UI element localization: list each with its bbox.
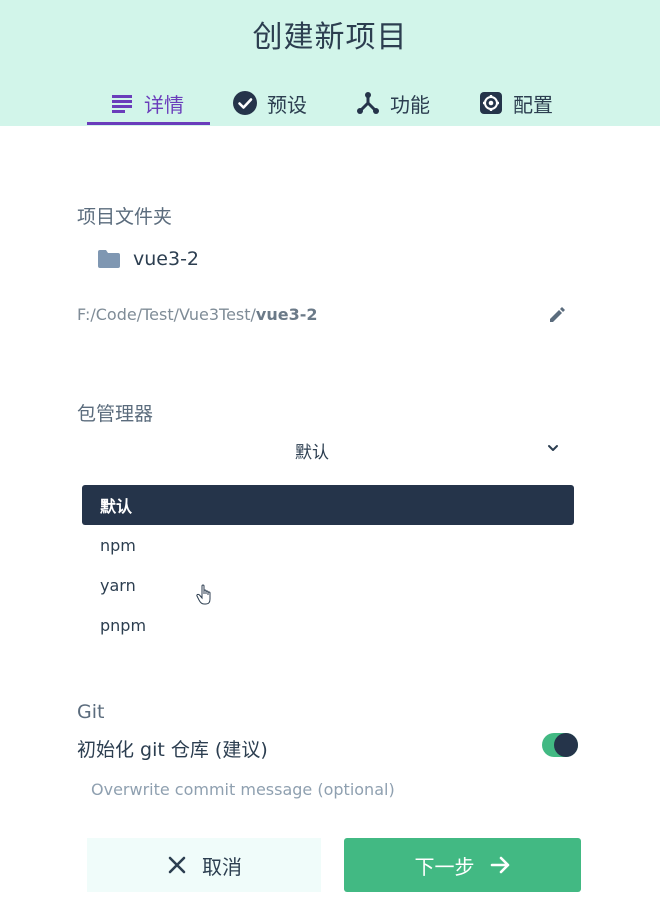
chevron-down-icon (545, 440, 561, 456)
header: 创建新项目 详情 预设 功能 配置 (0, 0, 660, 126)
tab-label: 配置 (513, 92, 553, 117)
project-path: F:/Code/Test/Vue3Test/vue3-2 (77, 305, 318, 324)
edit-path-icon[interactable] (548, 306, 566, 324)
select-value: 默认 (295, 443, 329, 463)
cancel-label: 取消 (202, 854, 242, 879)
path-folder: vue3-2 (255, 305, 318, 324)
tab-bar: 详情 预设 功能 配置 (0, 80, 660, 126)
git-init-label: 初始化 git 仓库 (建议) (77, 739, 268, 761)
dropdown-option[interactable]: npm (82, 525, 574, 565)
tab-label: 预设 (267, 92, 307, 117)
folder-icon (97, 249, 121, 269)
package-manager-label: 包管理器 (77, 403, 154, 425)
tab-config[interactable]: 配置 (479, 80, 553, 126)
path-prefix: F:/Code/Test/Vue3Test/ (77, 305, 256, 324)
git-label: Git (77, 701, 105, 723)
package-manager-dropdown: 默认 npm yarn pnpm (82, 485, 574, 645)
active-tab-indicator (87, 122, 210, 125)
package-manager-select[interactable]: 默认 (77, 432, 571, 466)
hand-cursor-icon (196, 584, 214, 606)
check-circle-icon (233, 91, 257, 115)
tab-features[interactable]: 功能 (356, 80, 430, 126)
project-folder-label: 项目文件夹 (77, 206, 173, 228)
page-title: 创建新项目 (252, 20, 408, 55)
commit-message-input[interactable] (91, 775, 561, 803)
dropdown-option[interactable]: pnpm (82, 605, 574, 645)
next-label: 下一步 (414, 854, 475, 879)
details-lines-icon (110, 91, 134, 115)
arrow-right-icon (489, 854, 511, 876)
folder-row: vue3-2 (97, 248, 199, 270)
toggle-knob (554, 733, 578, 757)
folder-name: vue3-2 (133, 248, 200, 270)
dropdown-option[interactable]: 默认 (82, 485, 574, 525)
branch-icon (356, 91, 380, 115)
cancel-button[interactable]: 取消 (87, 838, 321, 892)
next-button[interactable]: 下一步 (344, 838, 581, 892)
git-init-row: 初始化 git 仓库 (建议) (77, 733, 582, 761)
close-icon (166, 854, 188, 876)
tab-details[interactable]: 详情 (110, 80, 184, 126)
tab-presets[interactable]: 预设 (233, 80, 307, 126)
tab-label: 详情 (144, 92, 184, 117)
tab-label: 功能 (390, 92, 430, 117)
gear-icon (479, 91, 503, 115)
git-init-toggle[interactable] (542, 733, 578, 757)
dropdown-option[interactable]: yarn (82, 565, 574, 605)
